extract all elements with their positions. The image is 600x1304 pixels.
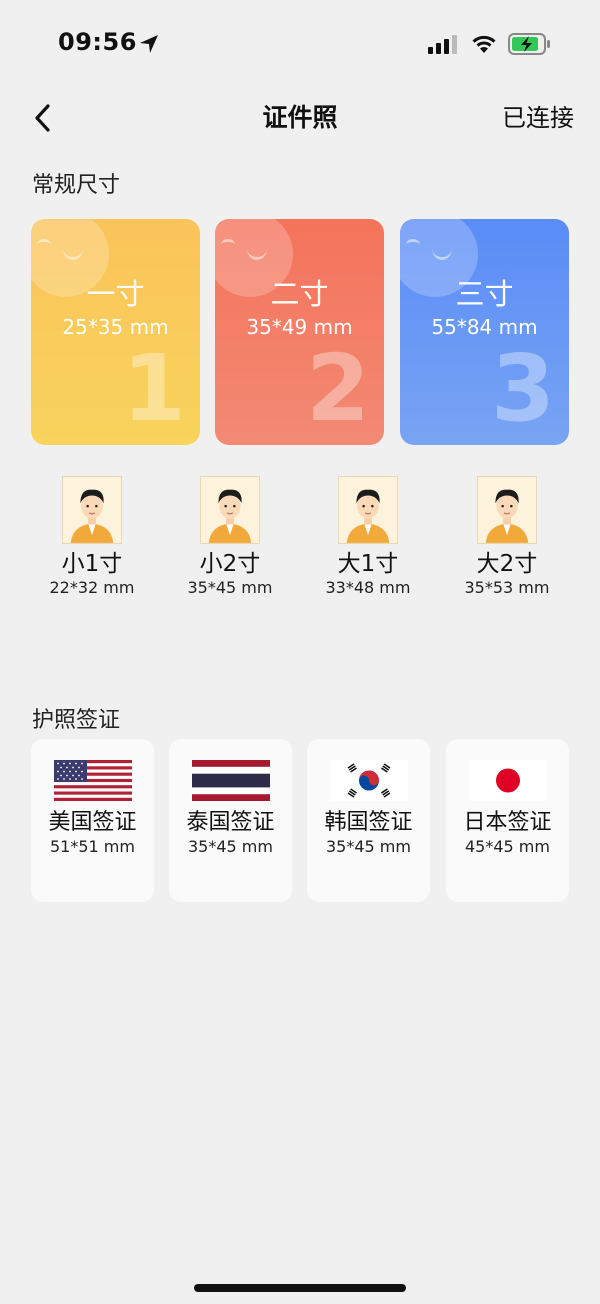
size-item-small-2inch[interactable]: 小2寸 35*45 mm xyxy=(165,476,295,598)
card-label: 三寸 xyxy=(455,277,514,311)
portrait-avatar-icon xyxy=(338,476,398,544)
visa-label: 日本签证 xyxy=(463,810,552,835)
size-dimensions: 35*53 mm xyxy=(464,578,550,597)
visa-label: 韩国签证 xyxy=(324,810,413,835)
size-label: 大2寸 xyxy=(476,551,538,577)
size-card-3inch[interactable]: 三寸 55*84 mm 3 xyxy=(400,219,569,445)
card-label: 二寸 xyxy=(270,277,329,311)
section-title-regular: 常规尺寸 xyxy=(32,173,121,198)
portrait-avatar-icon xyxy=(477,476,537,544)
japan-flag-icon xyxy=(468,760,547,801)
visa-item-thailand[interactable]: 泰国签证 35*45 mm xyxy=(169,739,292,902)
size-label: 大1寸 xyxy=(337,551,399,577)
us-flag-icon xyxy=(53,760,132,801)
battery-charging-icon xyxy=(508,33,550,55)
size-dimensions: 35*45 mm xyxy=(187,578,273,597)
size-card-2inch[interactable]: 二寸 35*49 mm 2 xyxy=(215,219,384,445)
cellular-signal-icon xyxy=(428,35,457,54)
size-dimensions: 33*48 mm xyxy=(325,578,411,597)
portrait-avatar-icon xyxy=(62,476,122,544)
visa-label: 泰国签证 xyxy=(186,810,275,835)
size-card-1inch[interactable]: 一寸 25*35 mm 1 xyxy=(31,219,200,445)
korea-flag-icon xyxy=(329,760,408,801)
wifi-icon xyxy=(472,35,496,53)
size-item-small-1inch[interactable]: 小1寸 22*32 mm xyxy=(27,476,157,598)
visa-dimensions: 51*51 mm xyxy=(50,837,135,856)
visa-label: 美国签证 xyxy=(48,810,137,835)
status-bar: 09:56 xyxy=(0,0,600,90)
card-label: 一寸 xyxy=(86,277,145,311)
section-title-passport: 护照签证 xyxy=(32,708,121,733)
status-time: 09:56 xyxy=(58,28,137,56)
size-item-large-2inch[interactable]: 大2寸 35*53 mm xyxy=(442,476,572,598)
thailand-flag-icon xyxy=(191,760,270,801)
card-number: 1 xyxy=(121,335,186,442)
size-dimensions: 22*32 mm xyxy=(49,578,135,597)
navigation-bar: 证件照 已连接 xyxy=(0,90,600,146)
visa-item-usa[interactable]: 美国签证 51*51 mm xyxy=(31,739,154,902)
size-label: 小2寸 xyxy=(199,551,261,577)
home-indicator[interactable] xyxy=(194,1284,406,1292)
card-number: 3 xyxy=(490,335,555,442)
visa-dimensions: 45*45 mm xyxy=(465,837,550,856)
visa-dimensions: 35*45 mm xyxy=(188,837,273,856)
visa-item-korea[interactable]: 韩国签证 35*45 mm xyxy=(307,739,430,902)
location-arrow-icon xyxy=(140,35,158,53)
size-item-large-1inch[interactable]: 大1寸 33*48 mm xyxy=(303,476,433,598)
size-label: 小1寸 xyxy=(61,551,123,577)
visa-item-japan[interactable]: 日本签证 45*45 mm xyxy=(446,739,569,902)
visa-dimensions: 35*45 mm xyxy=(326,837,411,856)
connection-status-button[interactable]: 已连接 xyxy=(502,98,574,133)
card-number: 2 xyxy=(305,335,370,442)
portrait-avatar-icon xyxy=(200,476,260,544)
